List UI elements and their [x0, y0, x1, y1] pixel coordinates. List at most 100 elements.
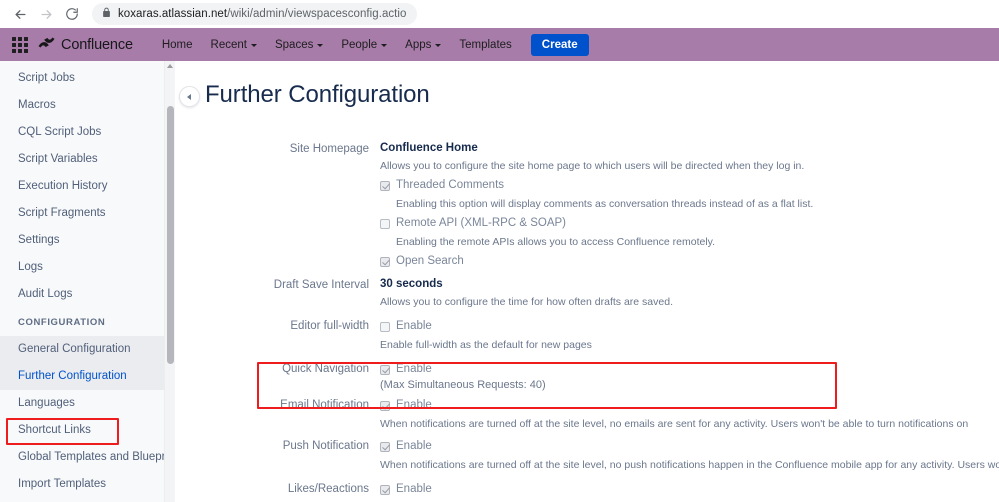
checkbox-description: Enabling this option will display commen…: [396, 198, 814, 210]
scroll-up-arrow-icon[interactable]: [167, 64, 173, 68]
checkbox-label: Open Search: [396, 255, 464, 267]
checkbox-likes-reactions[interactable]: Enable: [380, 481, 999, 498]
max-simultaneous-requests-note: (Max Simultaneous Requests: 40): [380, 379, 546, 391]
main-content: Further Configuration Site Homepage Conf…: [175, 61, 999, 502]
nav-label: Apps: [405, 38, 432, 51]
nav-item-spaces[interactable]: Spaces: [266, 34, 332, 56]
checkbox-icon[interactable]: [380, 218, 390, 229]
field-value-group: Enable When notifications are turned off…: [380, 397, 999, 435]
field-label: Quick Navigation: [282, 363, 369, 375]
confluence-top-nav: Confluence Home Recent Spaces People App…: [0, 28, 999, 61]
nav-label: Templates: [459, 38, 512, 51]
reload-icon[interactable]: [60, 2, 84, 26]
url-text: koxaras.atlassian.net/wiki/admin/viewspa…: [118, 8, 407, 20]
field-label: Draft Save Interval: [273, 279, 369, 291]
nav-label: Home: [161, 38, 193, 51]
checkbox-label: Enable: [396, 320, 432, 332]
checkbox-icon[interactable]: [380, 441, 390, 452]
forward-arrow-icon[interactable]: [34, 2, 58, 26]
create-button[interactable]: Create: [530, 33, 589, 56]
checkbox-icon[interactable]: [380, 180, 390, 191]
form-row-editor-full-width: Editor full-width Enable Enable full-wid…: [175, 318, 999, 356]
field-value-group: Enable (Max Simultaneous Requests: 40): [380, 361, 999, 392]
field-label: Email Notification: [280, 399, 369, 411]
nav-label: People: [341, 38, 378, 51]
sidebar-group-configuration: General Configuration Further Configurat…: [0, 336, 175, 390]
sidebar-item-general-configuration[interactable]: General Configuration: [0, 336, 175, 363]
browser-toolbar: koxaras.atlassian.net/wiki/admin/viewspa…: [0, 0, 999, 28]
checkbox-label: Remote API (XML-RPC & SOAP): [396, 217, 566, 229]
sidebar-item-logs[interactable]: Logs: [0, 254, 175, 281]
confluence-logo-icon: [38, 35, 55, 55]
sidebar-item-global-templates-and-blueprints[interactable]: Global Templates and Blueprints: [0, 444, 175, 471]
checkbox-description: When notifications are turned off at the…: [380, 418, 969, 430]
sidebar-item-further-configuration[interactable]: Further Configuration: [0, 363, 175, 390]
checkbox-icon[interactable]: [380, 400, 390, 411]
checkbox-label: Enable: [396, 440, 432, 452]
sidebar-item-settings[interactable]: Settings: [0, 227, 175, 254]
sidebar-collapse-button[interactable]: [179, 86, 200, 107]
field-value-group: Enable Enabling this will allow users to…: [380, 481, 999, 502]
checkbox-remote-api[interactable]: Remote API (XML-RPC & SOAP): [380, 215, 999, 232]
grid-apps-icon[interactable]: [11, 36, 29, 54]
sidebar-item-import-templates[interactable]: Import Templates: [0, 471, 175, 498]
sidebar-item-script-fragments[interactable]: Script Fragments: [0, 200, 175, 227]
form-row-likes-reactions: Likes/Reactions Enable Enabling this wil…: [175, 481, 999, 502]
nav-item-templates[interactable]: Templates: [450, 34, 520, 56]
form-row-email-notification: Email Notification Enable When notificat…: [175, 397, 999, 435]
field-value-group: Confluence Home Allows you to configure …: [380, 141, 999, 270]
checkbox-threaded-comments[interactable]: Threaded Comments: [380, 177, 999, 194]
site-homepage-value: Confluence Home: [380, 142, 478, 154]
checkbox-quick-navigation[interactable]: Enable: [380, 361, 999, 378]
checkbox-icon[interactable]: [380, 364, 390, 375]
sidebar-item-script-jobs[interactable]: Script Jobs: [0, 65, 175, 92]
chevron-down-icon: [381, 43, 388, 47]
sidebar-item-audit-logs[interactable]: Audit Logs: [0, 281, 175, 308]
checkbox-icon[interactable]: [380, 256, 390, 267]
sidebar-item-cql-script-jobs[interactable]: CQL Script Jobs: [0, 119, 175, 146]
checkbox-icon[interactable]: [380, 484, 390, 495]
checkbox-editor-full-width[interactable]: Enable: [380, 318, 999, 335]
sidebar-item-languages[interactable]: Languages: [0, 390, 175, 417]
checkbox-push-notification[interactable]: Enable: [380, 438, 999, 455]
form-row-site-homepage: Site Homepage Confluence Home Allows you…: [175, 141, 999, 270]
back-arrow-icon[interactable]: [8, 2, 32, 26]
page-body: Script Jobs Macros CQL Script Jobs Scrip…: [0, 61, 999, 502]
draft-save-interval-value: 30 seconds: [380, 278, 443, 290]
field-value-group: 30 seconds Allows you to configure the t…: [380, 277, 999, 313]
form-row-draft-save-interval: Draft Save Interval 30 seconds Allows yo…: [175, 277, 999, 313]
confluence-brand[interactable]: Confluence: [38, 35, 133, 55]
page-title: Further Configuration: [205, 81, 430, 108]
checkbox-label: Enable: [396, 483, 432, 495]
sidebar-item-script-variables[interactable]: Script Variables: [0, 146, 175, 173]
sidebar-item-shortcut-links[interactable]: Shortcut Links: [0, 417, 175, 444]
address-bar[interactable]: koxaras.atlassian.net/wiki/admin/viewspa…: [92, 3, 417, 25]
nav-item-recent[interactable]: Recent: [202, 34, 266, 56]
sidebar-scrollbar[interactable]: [164, 61, 175, 502]
nav-label: Recent: [210, 38, 247, 51]
field-value-group: Enable Enable full-width as the default …: [380, 318, 999, 356]
checkbox-email-notification[interactable]: Enable: [380, 397, 999, 414]
checkbox-icon[interactable]: [380, 321, 390, 332]
nav-item-home[interactable]: Home: [153, 34, 202, 56]
scrollbar-thumb[interactable]: [167, 106, 174, 364]
chevron-left-icon: [187, 93, 191, 100]
nav-item-people[interactable]: People: [332, 34, 396, 56]
form-row-quick-navigation: Quick Navigation Enable (Max Simultaneou…: [175, 361, 999, 392]
form-row-push-notification: Push Notification Enable When notificati…: [175, 438, 999, 476]
sidebar-item-execution-history[interactable]: Execution History: [0, 173, 175, 200]
nav-label: Spaces: [274, 38, 314, 51]
chevron-down-icon: [435, 43, 442, 47]
field-label: Push Notification: [282, 440, 369, 452]
checkbox-description: Enabling this will allow users to like/r…: [380, 498, 999, 502]
further-configuration-form: Site Homepage Confluence Home Allows you…: [175, 141, 999, 502]
chevron-down-icon: [317, 43, 324, 47]
sidebar-item-macros[interactable]: Macros: [0, 92, 175, 119]
main-nav: Home Recent Spaces People Apps Templates…: [153, 33, 589, 56]
sidebar-section-configuration: CONFIGURATION: [18, 317, 106, 328]
checkbox-open-search[interactable]: Open Search: [380, 253, 999, 270]
chevron-down-icon: [250, 43, 257, 47]
admin-sidebar: Script Jobs Macros CQL Script Jobs Scrip…: [0, 61, 175, 502]
field-value-group: Enable When notifications are turned off…: [380, 438, 999, 476]
nav-item-apps[interactable]: Apps: [396, 34, 450, 56]
